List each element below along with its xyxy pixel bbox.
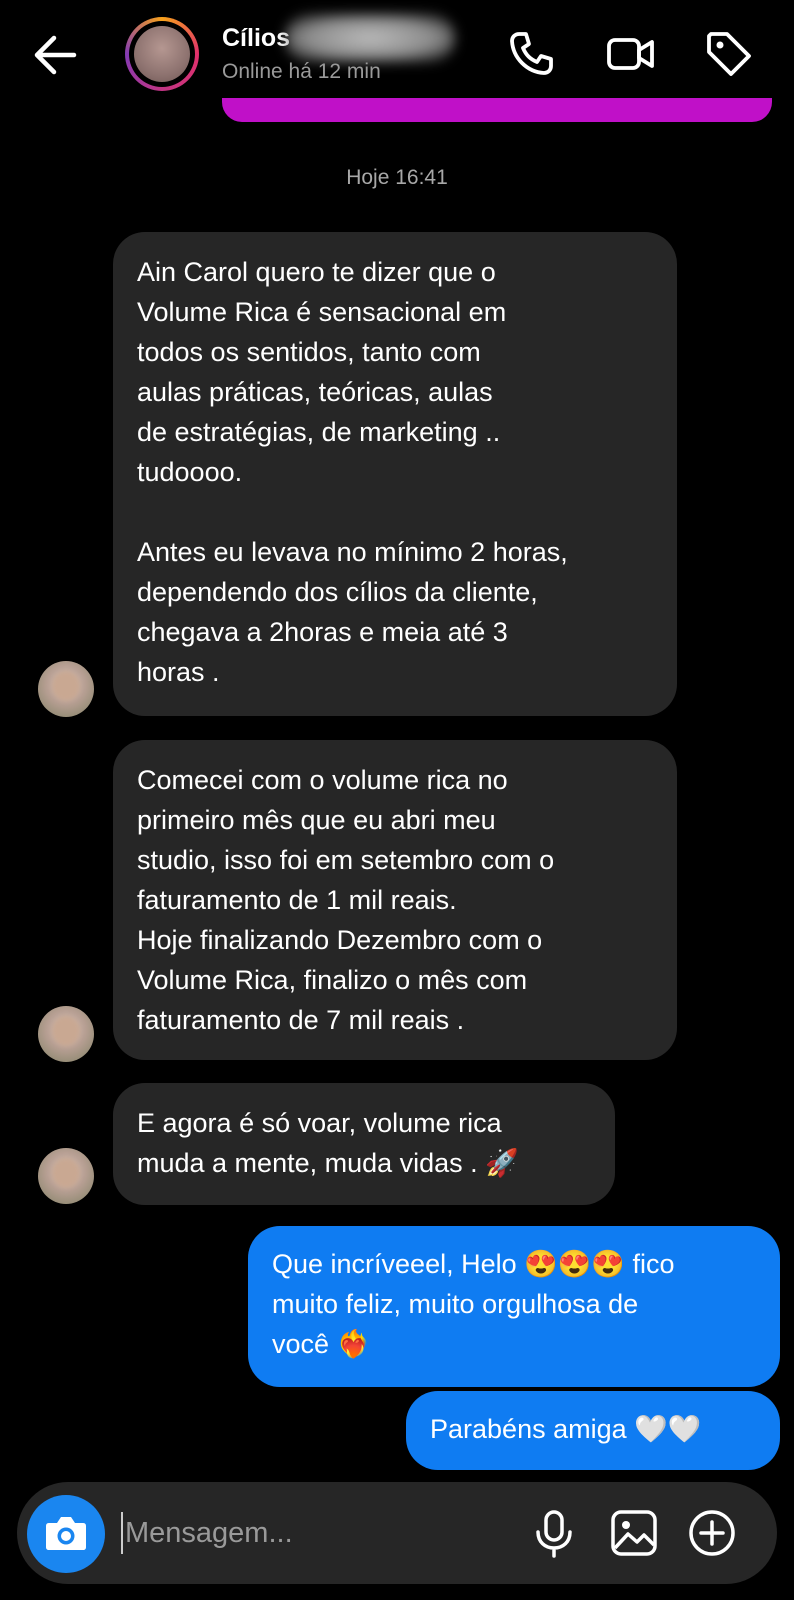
gallery-icon[interactable]	[607, 1506, 661, 1560]
message-composer: Mensagem...	[17, 1482, 777, 1584]
message-bubble-incoming[interactable]: Ain Carol quero te dizer que o Volume Ri…	[113, 232, 677, 716]
contact-avatar[interactable]	[125, 17, 199, 91]
message-bubble-outgoing[interactable]: Que incríveeel, Helo 😍😍😍 fico muito feli…	[248, 1226, 780, 1387]
message-bubble-incoming[interactable]: Comecei com o volume rica no primeiro mê…	[113, 740, 677, 1060]
redacted-name-blur	[285, 14, 455, 62]
chat-header: Cílios Online há 12 min	[0, 0, 794, 110]
back-arrow-icon[interactable]	[30, 30, 84, 80]
sender-avatar[interactable]	[38, 1006, 94, 1062]
camera-icon	[46, 1517, 86, 1550]
online-status: Online há 12 min	[222, 60, 381, 83]
phone-icon[interactable]	[505, 28, 557, 80]
contact-name[interactable]: Cílios	[222, 24, 290, 53]
microphone-icon[interactable]	[527, 1506, 581, 1560]
date-separator: Hoje 16:41	[346, 166, 448, 189]
tag-icon[interactable]	[703, 28, 755, 80]
message-bubble-incoming[interactable]: E agora é só voar, volume rica muda a me…	[113, 1083, 615, 1205]
text-cursor	[121, 1512, 123, 1554]
sender-avatar[interactable]	[38, 1148, 94, 1204]
camera-button[interactable]	[27, 1495, 105, 1573]
previous-message-bubble-edge	[222, 98, 772, 122]
message-bubble-outgoing[interactable]: Parabéns amiga 🤍🤍	[406, 1391, 780, 1470]
message-input[interactable]: Mensagem...	[125, 1512, 293, 1554]
plus-icon[interactable]	[685, 1506, 739, 1560]
video-camera-icon[interactable]	[605, 28, 657, 80]
sender-avatar[interactable]	[38, 661, 94, 717]
